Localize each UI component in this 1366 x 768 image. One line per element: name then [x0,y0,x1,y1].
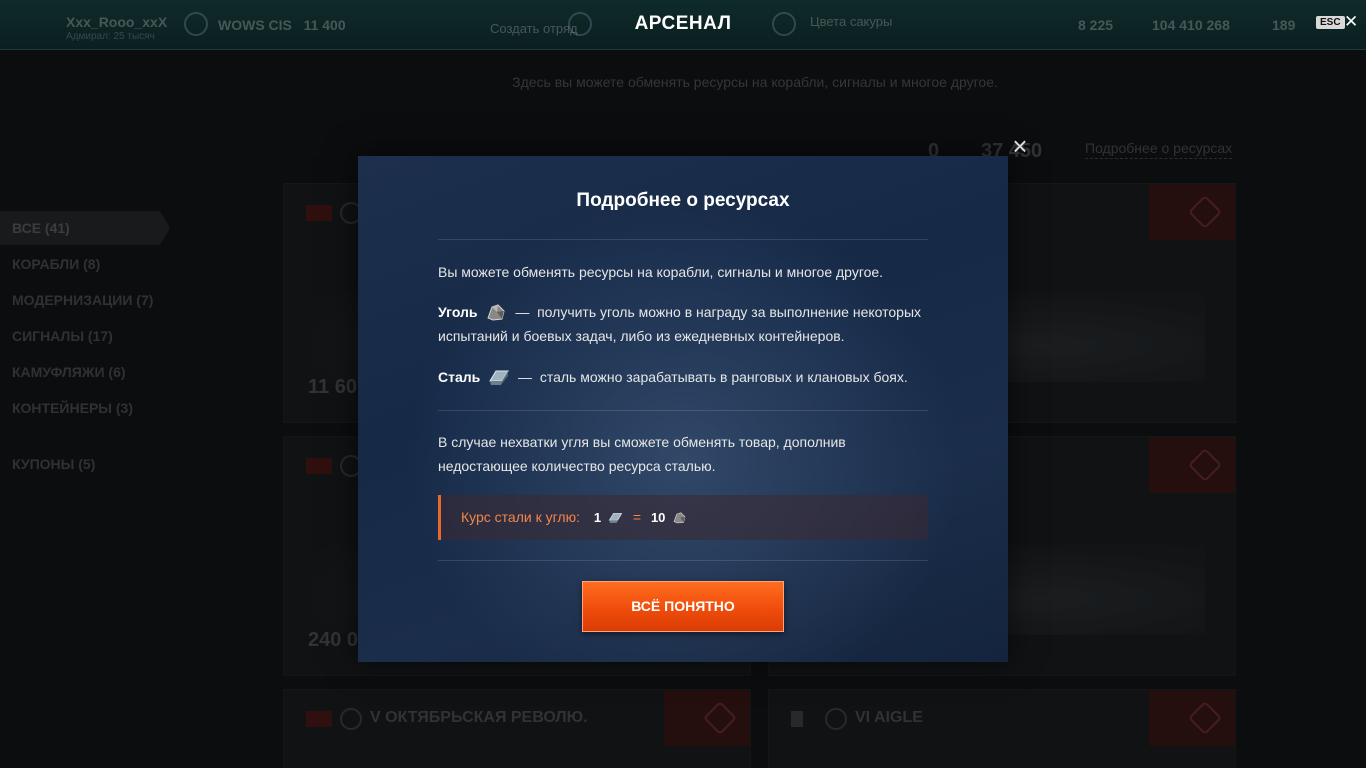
top-bar: Xxx_Rooo_xxX Адмирал: 25 тысяч WOWS CIS … [0,0,1366,50]
esc-badge: ESC [1316,16,1345,29]
rate-coal-amount: 10 [650,510,666,525]
divider [438,239,928,240]
coal-icon [673,512,686,524]
coal-text-line1: получить уголь можно в награду за выполн… [537,304,922,320]
page-title: АРСЕНАЛ [634,13,732,34]
divider [438,560,928,561]
rate-steel-amount: 1 [593,510,602,525]
divider [438,410,928,411]
steel-label: Сталь [438,369,481,385]
exchange-rate-box: Курс стали к углю: 1 = 10 [438,495,928,540]
coal-label: Уголь [438,304,478,320]
dash: — [515,304,530,320]
coal-icon [487,304,505,321]
rate-equals: = [632,509,642,525]
got-it-button[interactable]: ВСЁ ПОНЯТНО [582,581,784,632]
dialog-title: Подробнее о ресурсах [576,190,790,211]
intro-text: Вы можете обменять ресурсы на корабли, с… [438,264,884,280]
shortage-text: В случае нехватки угля вы сможете обменя… [438,430,933,478]
close-icon[interactable]: × [1007,133,1033,159]
steel-icon [608,512,623,523]
coal-text-line2: испытаний и боевых задач, либо из ежедне… [438,328,845,344]
coal-description: Уголь — получить уголь можно в награду з… [438,300,933,348]
resources-info-dialog: Подробнее о ресурсах Вы можете обменять … [358,156,1008,662]
steel-description: Сталь — сталь можно зарабатывать в ранго… [438,365,933,389]
shortage-line1: В случае нехватки угля вы сможете обменя… [438,434,846,450]
dash: — [518,369,533,385]
close-icon[interactable]: ✕ [1344,12,1358,32]
steel-icon [489,370,510,385]
steel-text: сталь можно зарабатывать в ранговых и кл… [539,369,908,385]
rate-label: Курс стали к углю: [461,509,580,525]
shortage-line2: недостающее количество ресурса сталью. [438,458,716,474]
